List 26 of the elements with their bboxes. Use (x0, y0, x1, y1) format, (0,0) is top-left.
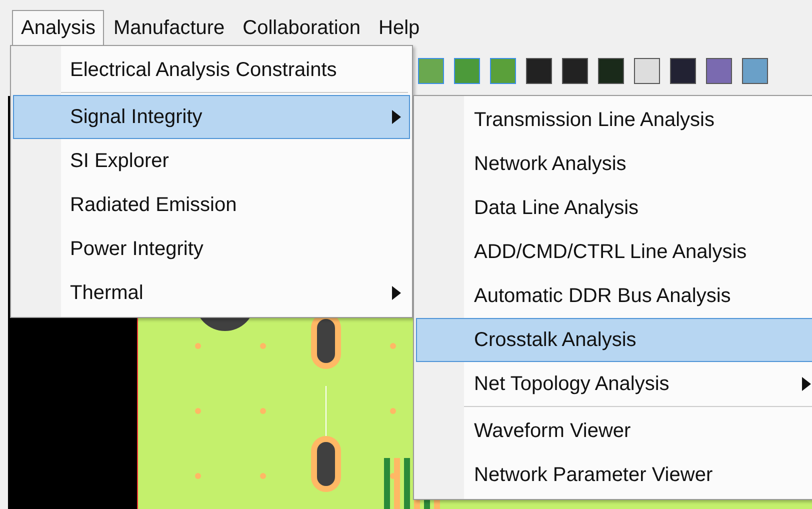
submenu-arrow-icon (392, 286, 401, 300)
menu-item[interactable]: Power Integrity (13, 227, 410, 271)
submenu-arrow-icon (802, 377, 811, 391)
menu-item[interactable]: Transmission Line Analysis (416, 98, 812, 142)
menu-item[interactable]: Crosstalk Analysis (416, 318, 812, 362)
menu-item[interactable]: Radiated Emission (13, 183, 410, 227)
menu-item[interactable]: ADD/CMD/CTRL Line Analysis (416, 230, 812, 274)
menu-item[interactable]: Net Topology Analysis (416, 362, 812, 406)
menu-item[interactable]: Thermal (13, 271, 410, 315)
menu-title[interactable]: Manufacture (104, 10, 234, 46)
menu-item[interactable]: Electrical Analysis Constraints (13, 48, 410, 92)
submenu-arrow-icon (392, 110, 401, 124)
toolbar-icon[interactable] (634, 58, 660, 84)
toolbar-icon[interactable] (742, 58, 768, 84)
menu-item[interactable]: Waveform Viewer (416, 409, 812, 453)
toolbar-icon[interactable] (526, 58, 552, 84)
menu-item[interactable]: Automatic DDR Bus Analysis (416, 274, 812, 318)
menu-item[interactable]: Network Parameter Viewer (416, 453, 812, 497)
menu-item[interactable]: Network Analysis (416, 142, 812, 186)
toolbar-icon[interactable] (562, 58, 588, 84)
menu-title[interactable]: Analysis (12, 10, 104, 46)
menu-item[interactable]: Signal Integrity (13, 95, 410, 139)
menu-title[interactable]: Help (370, 10, 429, 46)
menu-item[interactable]: SI Explorer (13, 139, 410, 183)
menu-item[interactable]: Data Line Analysis (416, 186, 812, 230)
menu-title[interactable]: Collaboration (234, 10, 370, 46)
